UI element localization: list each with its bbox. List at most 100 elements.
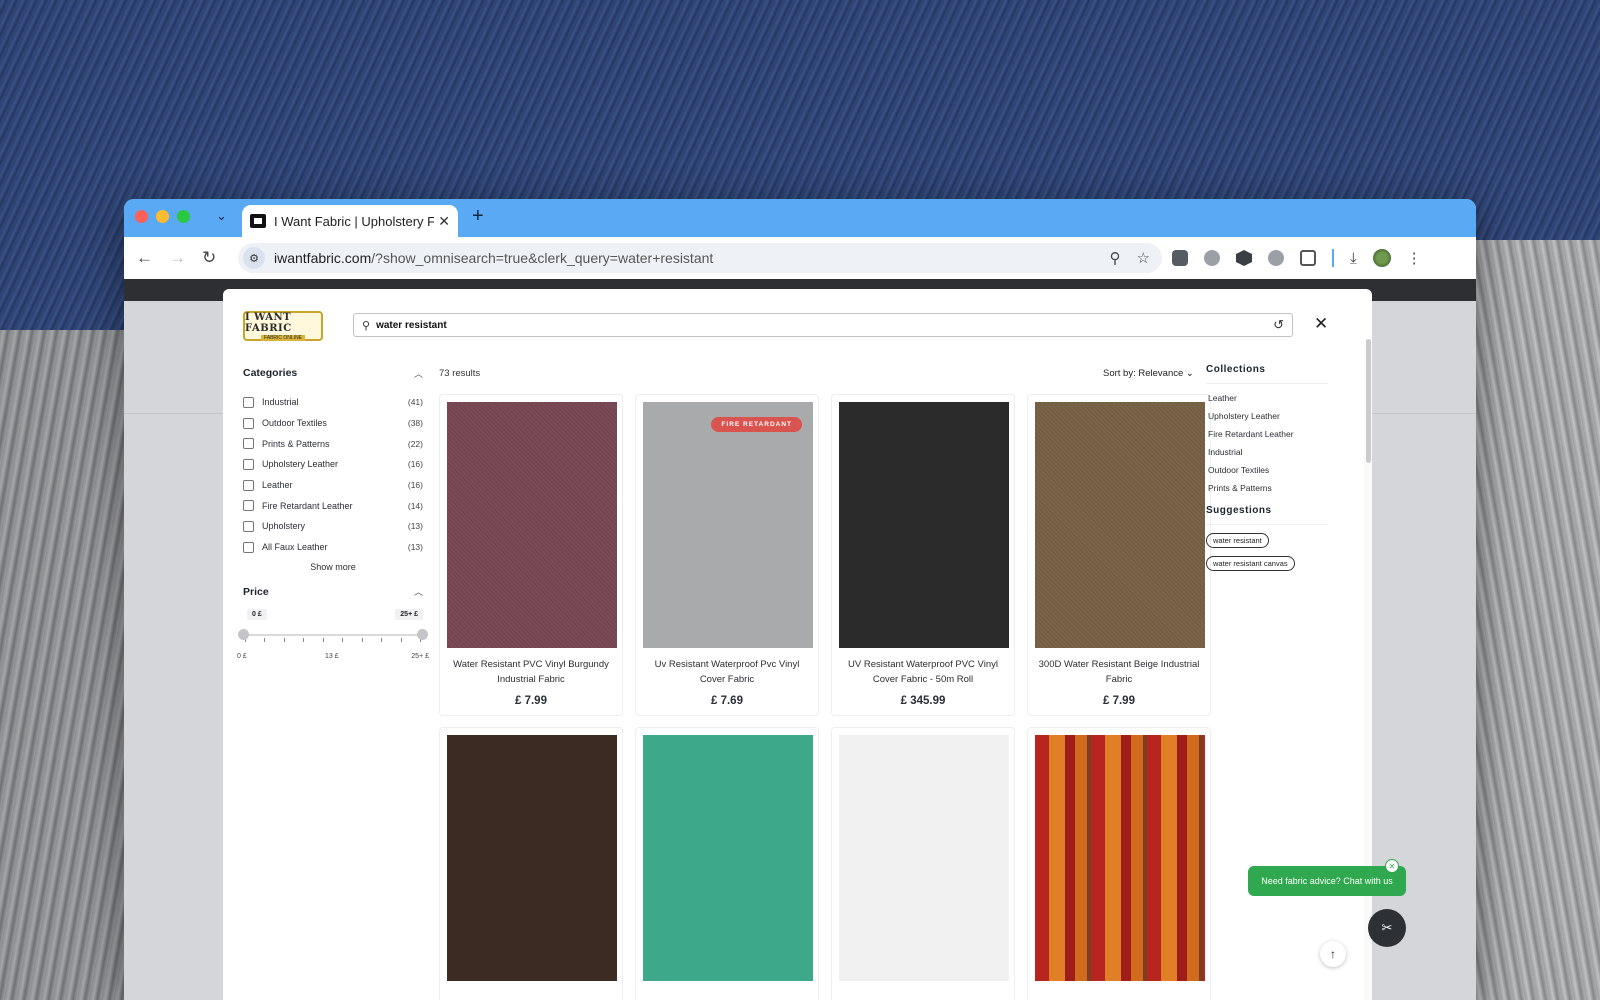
background-fabric-left <box>0 330 130 1000</box>
extension-2-icon[interactable] <box>1204 250 1220 266</box>
product-card[interactable]: FIRE RETARDANT Uv Resistant Waterproof Pv… <box>635 394 819 716</box>
sort-dropdown[interactable]: Sort by: Relevance ⌄ <box>1103 368 1194 379</box>
category-filter-row[interactable]: Industrial (41) <box>243 392 423 413</box>
price-slider[interactable] <box>238 627 428 653</box>
tab-close-icon[interactable]: ✕ <box>438 213 450 230</box>
menu-kebab-icon[interactable]: ⋮ <box>1407 249 1422 267</box>
search-box[interactable]: ⚲ ↺ <box>353 313 1293 337</box>
tab-active[interactable]: I Want Fabric | Upholstery Fab ✕ <box>242 205 458 237</box>
category-filter-row[interactable]: Fire Retardant Leather (14) <box>243 495 423 516</box>
category-checkbox[interactable] <box>243 541 254 553</box>
reload-icon[interactable]: ↻ <box>202 248 216 268</box>
address-bar[interactable]: ⚙ iwantfabric.com/?show_omnisearch=true&… <box>238 243 1162 273</box>
new-tab-button[interactable]: + <box>472 205 484 228</box>
category-filter-row[interactable]: Prints & Patterns (22) <box>243 433 423 454</box>
product-card[interactable] <box>1027 727 1211 1000</box>
product-image[interactable] <box>447 735 617 981</box>
extensions-puzzle-icon[interactable] <box>1300 250 1316 266</box>
chat-bubble-close-icon[interactable]: ✕ <box>1385 859 1399 873</box>
chat-prompt-bubble[interactable]: Need fabric advice? Chat with us <box>1248 866 1406 896</box>
slider-min-handle[interactable] <box>238 628 249 640</box>
category-checkbox[interactable] <box>243 479 254 491</box>
category-checkbox[interactable] <box>243 396 254 408</box>
category-filter-row[interactable]: Upholstery (13) <box>243 516 423 537</box>
bookmark-star-icon[interactable]: ☆ <box>1137 249 1150 267</box>
product-image[interactable] <box>839 735 1009 981</box>
site-info-icon[interactable]: ⚙ <box>243 247 265 269</box>
product-image[interactable] <box>643 402 813 648</box>
category-count: (13) <box>407 521 423 532</box>
collection-link[interactable]: Fire Retardant Leather <box>1206 425 1328 443</box>
product-card[interactable]: UV Resistant Waterproof PVC Vinyl Cover … <box>831 394 1015 716</box>
collection-link[interactable]: Industrial <box>1206 443 1328 461</box>
category-label: Fire Retardant Leather <box>262 500 353 511</box>
product-name[interactable]: Uv Resistant Waterproof Pvc Vinyl Cover … <box>646 657 808 687</box>
extension-icons: ⤓ ⋮ <box>1172 249 1422 267</box>
category-filter-row[interactable]: Upholstery Leather (16) <box>243 454 423 475</box>
forward-arrow-icon[interactable]: → <box>169 248 186 268</box>
product-name[interactable]: Water Resistant PVC Vinyl Burgundy Indus… <box>450 657 612 687</box>
scrollbar[interactable] <box>1364 339 1372 1000</box>
search-icon: ⚲ <box>362 319 371 332</box>
suggestion-pill[interactable]: water resistant canvas <box>1206 556 1295 571</box>
sort-label: Sort by: Relevance <box>1103 368 1184 379</box>
zoom-icon[interactable]: ⚲ <box>1110 249 1121 267</box>
category-label: Leather <box>262 480 293 491</box>
price-header[interactable]: Price ︿ <box>243 583 423 601</box>
scrollbar-thumb[interactable] <box>1366 339 1371 463</box>
product-image[interactable] <box>643 735 813 981</box>
slider-ticks <box>243 637 423 642</box>
maximize-window-button[interactable] <box>177 210 190 223</box>
product-name[interactable]: UV Resistant Waterproof PVC Vinyl Cover … <box>842 657 1004 687</box>
back-arrow-icon[interactable]: ← <box>136 248 153 268</box>
close-window-button[interactable] <box>135 210 148 223</box>
collection-link[interactable]: Upholstery Leather <box>1206 407 1328 425</box>
product-image[interactable] <box>839 402 1009 648</box>
price-title: Price <box>243 585 269 598</box>
tab-search-chevron-icon[interactable]: ⌄ <box>216 208 227 224</box>
extension-1-icon[interactable] <box>1172 250 1188 266</box>
category-checkbox[interactable] <box>243 438 254 450</box>
chevron-up-icon[interactable]: ︿ <box>414 585 423 598</box>
site-logo[interactable]: I WANT FABRIC FABRIC ONLINE <box>243 311 323 341</box>
product-name[interactable]: 300D Water Resistant Beige Industrial Fa… <box>1038 657 1200 687</box>
product-image[interactable] <box>447 402 617 648</box>
price-badges: 0 £ 25+ £ <box>243 608 423 625</box>
suggestion-pill[interactable]: water resistant <box>1206 533 1269 548</box>
minimize-window-button[interactable] <box>156 210 169 223</box>
category-count: (22) <box>407 438 423 449</box>
search-input[interactable] <box>376 319 1237 331</box>
category-checkbox[interactable] <box>243 500 254 512</box>
show-more-link[interactable]: Show more <box>243 562 423 572</box>
product-card[interactable]: 300D Water Resistant Beige Industrial Fa… <box>1027 394 1211 716</box>
url-text[interactable]: iwantfabric.com/?show_omnisearch=true&cl… <box>274 250 713 266</box>
back-to-top-button[interactable]: ↑ <box>1320 941 1346 967</box>
collection-link[interactable]: Outdoor Textiles <box>1206 461 1328 479</box>
reset-search-icon[interactable]: ↺ <box>1273 317 1284 333</box>
chat-launcher-button[interactable]: ✂ <box>1368 909 1406 947</box>
collection-link[interactable]: Prints & Patterns <box>1206 479 1328 497</box>
product-card[interactable] <box>831 727 1015 1000</box>
category-checkbox[interactable] <box>243 458 254 470</box>
product-image[interactable] <box>1035 735 1205 981</box>
chevron-up-icon[interactable]: ︿ <box>414 367 423 380</box>
category-filter-row[interactable]: Leather (16) <box>243 475 423 496</box>
product-card[interactable]: Water Resistant PVC Vinyl Burgundy Indus… <box>439 394 623 716</box>
close-search-icon[interactable]: ✕ <box>1314 314 1328 334</box>
category-filter-row[interactable]: All Faux Leather (13) <box>243 537 423 558</box>
product-card[interactable] <box>439 727 623 1000</box>
category-checkbox[interactable] <box>243 520 254 532</box>
category-checkbox[interactable] <box>243 417 254 429</box>
tab-bar: ⌄ I Want Fabric | Upholstery Fab ✕ + <box>124 199 1476 237</box>
download-icon[interactable]: ⤓ <box>1350 250 1357 267</box>
categories-header[interactable]: Categories ︿ <box>243 364 423 382</box>
profile-avatar[interactable] <box>1372 249 1391 267</box>
extension-3-icon[interactable] <box>1236 250 1252 266</box>
suggestions-list: water resistant water resistant canvas <box>1206 525 1328 571</box>
collection-link[interactable]: Leather <box>1206 389 1328 407</box>
slider-max-handle[interactable] <box>417 628 428 640</box>
extension-4-icon[interactable] <box>1268 250 1284 266</box>
category-filter-row[interactable]: Outdoor Textiles (38) <box>243 413 423 434</box>
product-image[interactable] <box>1035 402 1205 648</box>
product-card[interactable] <box>635 727 819 1000</box>
